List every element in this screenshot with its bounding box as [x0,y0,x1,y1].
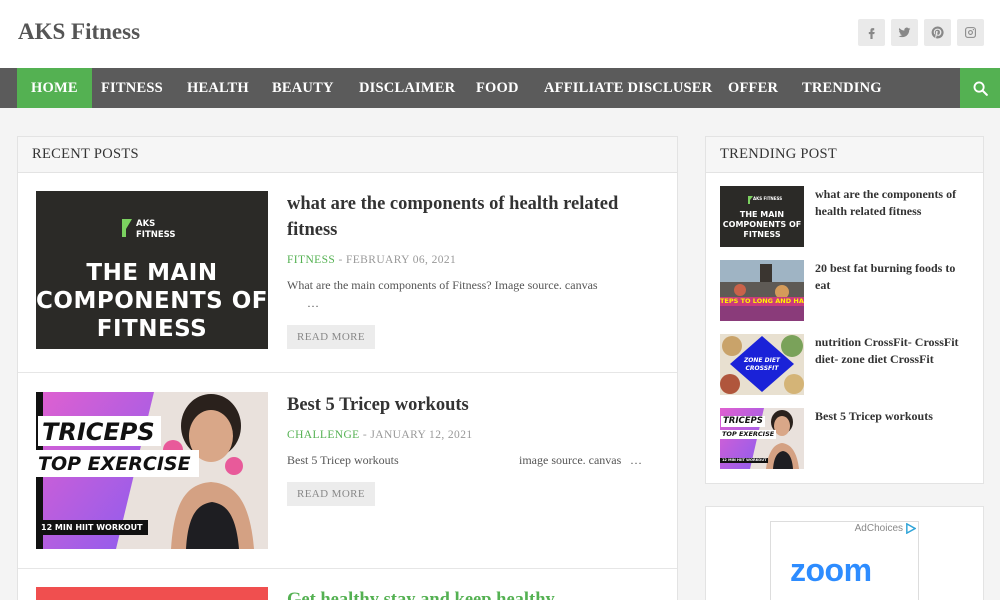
trending-title[interactable]: what are the components of health relate… [815,186,967,219]
nav-item-health[interactable]: HEALTH [187,68,249,108]
facebook-button[interactable] [858,19,885,46]
instagram-icon [965,27,976,38]
post-title[interactable]: Best 5 Tricep workouts [287,392,647,418]
trending-thumbnail[interactable]: TEPS TO LONG AND HAPPY LI [720,260,804,321]
thumbnail-line: FITNESS [743,230,781,239]
thumbnail-line: THE MAIN [739,210,785,219]
twitter-icon [898,27,911,38]
trending-heading: TRENDING POST [706,137,983,173]
post-excerpt: Best 5 Tricep workouts [287,453,399,467]
search-icon [973,81,988,96]
thumbnail-line: TOP EXERCISE [720,430,777,439]
post-date: JANUARY 12, 2021 [370,429,473,441]
facebook-icon [868,28,875,39]
ad-brand-logo: zoom [790,552,872,588]
post-excerpt-ellipsis: … [630,453,642,467]
thumbnail-caption: TEPS TO LONG AND HAPPY LI [720,297,804,306]
social-links [858,19,984,46]
trending-thumbnail[interactable]: ZONE DIET CROSSFIT [720,334,804,395]
advertisement[interactable]: AdChoices zoom [770,521,919,600]
post-thumbnail[interactable]: AKS FITNESS THE MAIN COMPONENTS OF FITNE… [36,191,268,349]
thumbnail-line: TOP EXERCISE [36,450,199,477]
nav-item-offer[interactable]: OFFER [728,68,778,108]
thumbnail-line: COMPONENTS OF [36,288,268,314]
adchoices-icon [906,523,916,534]
thumbnail-line: TRICEPS [38,416,161,446]
twitter-button[interactable] [891,19,918,46]
pinterest-icon [931,26,944,39]
post-thumbnail[interactable] [36,587,268,600]
thumbnail-caption: ZONE DIET CROSSFIT [742,357,782,373]
pinterest-button[interactable] [924,19,951,46]
thumbnail-brand: AKS FITNESS [136,219,176,240]
post-meta: CHALLENGE - JANUARY 12, 2021 [287,429,473,441]
post-excerpt-ellipsis: … [307,296,319,310]
nav-item-trending[interactable]: TRENDING [802,68,882,108]
thumbnail-line: FITNESS [96,316,208,342]
post-excerpt: What are the main components of Fitness?… [287,278,598,292]
recent-posts-section: RECENT POSTS AKS FITNESS THE MAIN COMPON… [17,136,678,600]
post-excerpt-continued: image source. canvas [519,453,622,467]
nav-item-affiliate-discluser[interactable]: AFFILIATE DISCLUSER [544,68,712,108]
read-more-button[interactable]: READ MORE [287,325,375,349]
trending-section: TRENDING POST AKS FITNESS THE MAIN COMPO… [705,136,984,484]
thumbnail-headline: THE MAIN COMPONENTS OF FITNESS [720,210,804,240]
nav-item-disclaimer[interactable]: DISCLAIMER [359,68,455,108]
adchoices-label[interactable]: AdChoices [855,523,916,534]
post-date: FEBRUARY 06, 2021 [345,254,457,266]
divider [18,568,677,569]
nav-item-beauty[interactable]: BEAUTY [272,68,334,108]
post-category[interactable]: FITNESS [287,254,335,266]
trending-title[interactable]: nutrition CrossFit- CrossFit diet- zone … [815,334,967,367]
post-category[interactable]: CHALLENGE [287,429,360,441]
search-button[interactable] [960,68,1000,108]
post-title[interactable]: Get healthy stay and keep healthy [287,587,647,600]
thumbnail-line: CROSSFIT [745,365,779,372]
thumbnail-line: THE MAIN [86,260,218,286]
trending-thumbnail[interactable]: TRICEPS TOP EXERCISE 12 MIN HIIT WORKOUT [720,408,804,469]
trending-title[interactable]: Best 5 Tricep workouts [815,408,967,425]
nav-item-home[interactable]: HOME [17,68,92,108]
nav-item-fitness[interactable]: FITNESS [101,68,163,108]
adchoices-text: AdChoices [854,523,903,534]
trending-thumbnail-graphic [720,260,804,321]
divider [18,372,677,373]
trending-title[interactable]: 20 best fat burning foods to eat [815,260,967,293]
site-title[interactable]: AKS Fitness [18,19,140,45]
nav-item-food[interactable]: FOOD [476,68,519,108]
post-thumbnail[interactable]: TRICEPS TOP EXERCISE 12 MIN HIIT WORKOUT [36,392,268,549]
post-title[interactable]: what are the components of health relate… [287,191,647,243]
trending-thumbnail[interactable]: AKS FITNESS THE MAIN COMPONENTS OF FITNE… [720,186,804,247]
thumbnail-badge: 12 MIN HIIT WORKOUT [36,520,148,535]
read-more-button[interactable]: READ MORE [287,482,375,506]
site-header: AKS Fitness [0,0,1000,68]
thumbnail-brand: AKS FITNESS [753,196,783,201]
thumbnail-line: ZONE DIET [743,357,781,364]
thumbnail-line: COMPONENTS OF [722,220,802,229]
post-meta: FITNESS - FEBRUARY 06, 2021 [287,254,457,266]
instagram-button[interactable] [957,19,984,46]
ad-section: AdChoices zoom [705,506,984,600]
thumbnail-line: TRICEPS [721,416,765,427]
main-nav: HOME FITNESS HEALTH BEAUTY DISCLAIMER FO… [0,68,1000,108]
recent-posts-heading: RECENT POSTS [18,137,677,173]
thumbnail-headline: THE MAIN COMPONENTS OF FITNESS [36,259,268,343]
thumbnail-badge: 12 MIN HIIT WORKOUT [720,458,769,463]
